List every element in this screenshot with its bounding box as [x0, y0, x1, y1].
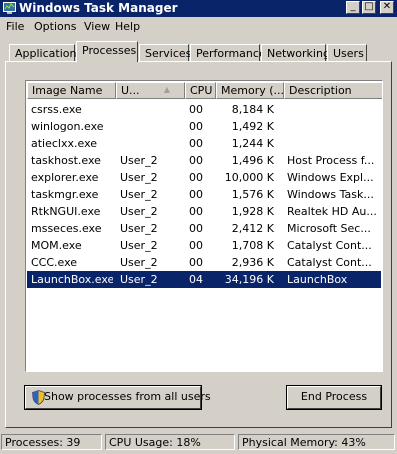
tab-networking[interactable]: Networking [261, 44, 330, 61]
menu-view[interactable]: View [84, 20, 110, 33]
description-cell: Catalyst Cont... [287, 256, 372, 269]
close-icon: ✕ [382, 1, 392, 12]
column-user-label: U... [121, 84, 140, 97]
process-row[interactable]: atieclxx.exe 00 1,244 K [27, 135, 381, 152]
image-name-cell: explorer.exe [31, 171, 99, 184]
user-cell: User_2 [120, 239, 158, 252]
show-all-processes-label: Show processes from all users [44, 390, 211, 403]
process-row[interactable]: MOM.exe User_2 00 1,708 K Catalyst Cont... [27, 237, 381, 254]
user-cell: User_2 [120, 273, 158, 286]
image-name-cell: MOM.exe [31, 239, 82, 252]
process-row[interactable]: taskhost.exe User_2 00 1,496 K Host Process … [27, 152, 381, 169]
memory-cell: 1,576 K [231, 188, 274, 201]
process-row[interactable]: taskmgr.exe User_2 00 1,576 K Windows Task..… [27, 186, 381, 203]
column-cpu[interactable]: CPU [185, 82, 216, 99]
cpu-cell: 00 [189, 205, 203, 218]
minimize-button[interactable]: _ [346, 1, 360, 14]
user-cell: User_2 [120, 222, 158, 235]
cpu-cell: 00 [189, 120, 203, 133]
memory-cell: 2,412 K [231, 222, 274, 235]
description-cell: Catalyst Cont... [287, 239, 372, 252]
image-name-cell: taskmgr.exe [31, 188, 99, 201]
cpu-cell: 00 [189, 256, 203, 269]
end-process-label: End Process [300, 390, 368, 403]
status-physical-memory: Physical Memory: 43% [238, 434, 395, 450]
process-row[interactable]: RtkNGUI.exe User_2 00 1,928 K Realtek HD Au.… [27, 203, 381, 220]
maximize-button[interactable]: □ [362, 1, 376, 14]
user-cell: User_2 [120, 205, 158, 218]
description-cell: LaunchBox [287, 273, 348, 286]
cpu-cell: 00 [189, 222, 203, 235]
show-all-processes-button[interactable]: Show processes from all users [24, 385, 211, 410]
user-cell: User_2 [120, 188, 158, 201]
task-manager-window: Windows Task Manager _ □ ✕ File Options … [0, 0, 397, 454]
cpu-cell: 00 [189, 103, 203, 116]
image-name-cell: CCC.exe [31, 256, 78, 269]
user-cell: User_2 [120, 256, 158, 269]
memory-cell: 1,928 K [231, 205, 274, 218]
status-cpu-usage: CPU Usage: 18% [105, 434, 235, 450]
column-image-name[interactable]: Image Name [27, 82, 116, 99]
image-name-cell: atieclxx.exe [31, 137, 98, 150]
process-list[interactable]: Image Name U... ▲ CPU Memory (... Descri… [25, 80, 383, 372]
memory-cell: 8,184 K [231, 103, 274, 116]
tab-users[interactable]: Users [327, 44, 367, 61]
tab-applications[interactable]: Applications [9, 44, 82, 61]
memory-cell: 1,244 K [231, 137, 274, 150]
sort-ascending-icon: ▲ [163, 85, 170, 94]
user-cell: User_2 [120, 154, 158, 167]
image-name-cell: LaunchBox.exe [31, 273, 113, 286]
uac-shield-icon [32, 390, 45, 405]
description-cell: Windows Expl... [287, 171, 374, 184]
status-bar: Processes: 39 CPU Usage: 18% Physical Me… [0, 432, 397, 454]
cpu-cell: 00 [189, 154, 203, 167]
process-row[interactable]: LaunchBox.exe User_2 04 34,196 K LaunchBox [27, 271, 381, 288]
cpu-cell: 04 [189, 273, 203, 286]
task-manager-icon [3, 2, 16, 14]
column-user[interactable]: U... ▲ [116, 82, 185, 99]
process-row[interactable]: msseces.exe User_2 00 2,412 K Microsoft Sec.… [27, 220, 381, 237]
cpu-cell: 00 [189, 137, 203, 150]
menu-help[interactable]: Help [115, 20, 140, 33]
title-bar[interactable]: Windows Task Manager _ □ ✕ [0, 0, 397, 17]
cpu-cell: 00 [189, 239, 203, 252]
memory-cell: 10,000 K [224, 171, 274, 184]
menu-bar: File Options View Help [0, 18, 397, 35]
column-memory[interactable]: Memory (... [216, 82, 284, 99]
description-cell: Microsoft Sec... [287, 222, 371, 235]
tab-processes[interactable]: Processes [76, 41, 138, 62]
process-row[interactable]: explorer.exe User_2 00 10,000 K Windows Expl… [27, 169, 381, 186]
close-button[interactable]: ✕ [380, 1, 394, 14]
description-cell: Windows Task... [287, 188, 374, 201]
image-name-cell: winlogon.exe [31, 120, 104, 133]
process-row[interactable]: winlogon.exe 00 1,492 K [27, 118, 381, 135]
image-name-cell: msseces.exe [31, 222, 102, 235]
memory-cell: 1,708 K [231, 239, 274, 252]
tab-performance[interactable]: Performance [190, 44, 266, 61]
end-process-button[interactable]: End Process [286, 385, 382, 410]
menu-options[interactable]: Options [34, 20, 76, 33]
process-row[interactable]: csrss.exe 00 8,184 K [27, 101, 381, 118]
column-description[interactable]: Description [284, 82, 382, 99]
description-cell: Host Process f... [287, 154, 375, 167]
window-title: Windows Task Manager [19, 1, 178, 15]
memory-cell: 34,196 K [224, 273, 274, 286]
minimize-icon: _ [350, 1, 356, 12]
menu-file[interactable]: File [6, 20, 24, 33]
list-header: Image Name U... ▲ CPU Memory (... Descri… [27, 82, 382, 99]
tab-services[interactable]: Services [139, 44, 191, 61]
image-name-cell: taskhost.exe [31, 154, 101, 167]
cpu-cell: 00 [189, 188, 203, 201]
maximize-icon: □ [364, 1, 374, 12]
cpu-cell: 00 [189, 171, 203, 184]
user-cell: User_2 [120, 171, 158, 184]
description-cell: Realtek HD Au... [287, 205, 377, 218]
memory-cell: 1,496 K [231, 154, 274, 167]
memory-cell: 1,492 K [231, 120, 274, 133]
memory-cell: 2,936 K [231, 256, 274, 269]
image-name-cell: RtkNGUI.exe [31, 205, 101, 218]
image-name-cell: csrss.exe [31, 103, 82, 116]
process-row[interactable]: CCC.exe User_2 00 2,936 K Catalyst Cont... [27, 254, 381, 271]
status-processes: Processes: 39 [1, 434, 102, 450]
